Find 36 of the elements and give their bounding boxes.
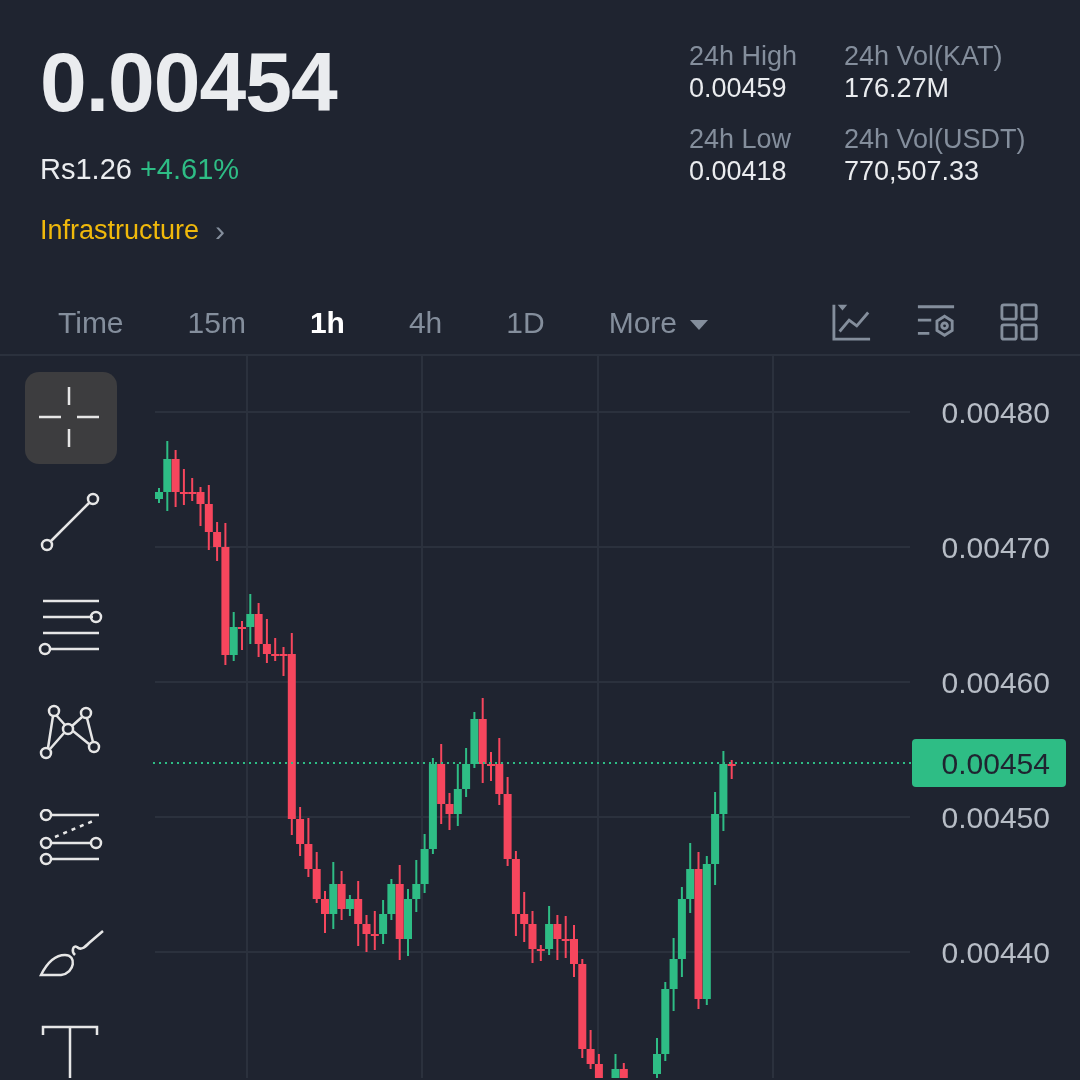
candle <box>553 914 562 961</box>
price-change: +4.61% <box>139 152 240 187</box>
stat-value: 770,507.33 <box>844 155 981 188</box>
caret-icon <box>689 318 710 331</box>
stat-label: 24h Low <box>689 122 793 156</box>
candle <box>370 910 379 951</box>
axis-label: 0.00440 <box>941 936 1050 969</box>
last-price: 0.00454 <box>40 40 337 124</box>
candle <box>254 602 263 658</box>
interval-tab[interactable]: 1D <box>488 299 563 345</box>
candle <box>412 859 421 913</box>
interval-tab[interactable]: 4h <box>390 299 461 345</box>
chart-line-icon[interactable] <box>832 302 872 342</box>
category-link[interactable]: Infrastructure › <box>40 207 337 253</box>
axis-label: 0.00460 <box>941 666 1050 699</box>
candle <box>462 747 471 798</box>
axis-label: 0.00450 <box>941 801 1050 834</box>
interval-tab[interactable]: Time <box>40 299 142 345</box>
stat-value: 0.00459 <box>689 72 788 105</box>
stat-label: 24h Vol(KAT) <box>844 40 1004 73</box>
candle <box>561 915 570 959</box>
interval-tab[interactable]: 1h <box>291 299 363 345</box>
stat-label: 24h High <box>689 40 799 73</box>
interval-tab[interactable]: More <box>590 299 728 345</box>
candle <box>304 817 313 878</box>
candle <box>379 899 388 945</box>
stat-value: 0.00418 <box>689 155 788 188</box>
price-tag: 0.00454 <box>941 747 1050 780</box>
stat-label: 24h Vol(USDT) <box>844 122 1027 156</box>
grid-icon[interactable] <box>1000 302 1040 342</box>
stat-value: 176.27M <box>844 72 951 105</box>
fiat-price: Rs1.26 <box>40 152 132 187</box>
interval-tab[interactable]: 15m <box>169 299 264 345</box>
axis-label: 0.00480 <box>941 396 1050 429</box>
candle <box>312 851 321 904</box>
axis-label: 0.00470 <box>941 531 1050 564</box>
